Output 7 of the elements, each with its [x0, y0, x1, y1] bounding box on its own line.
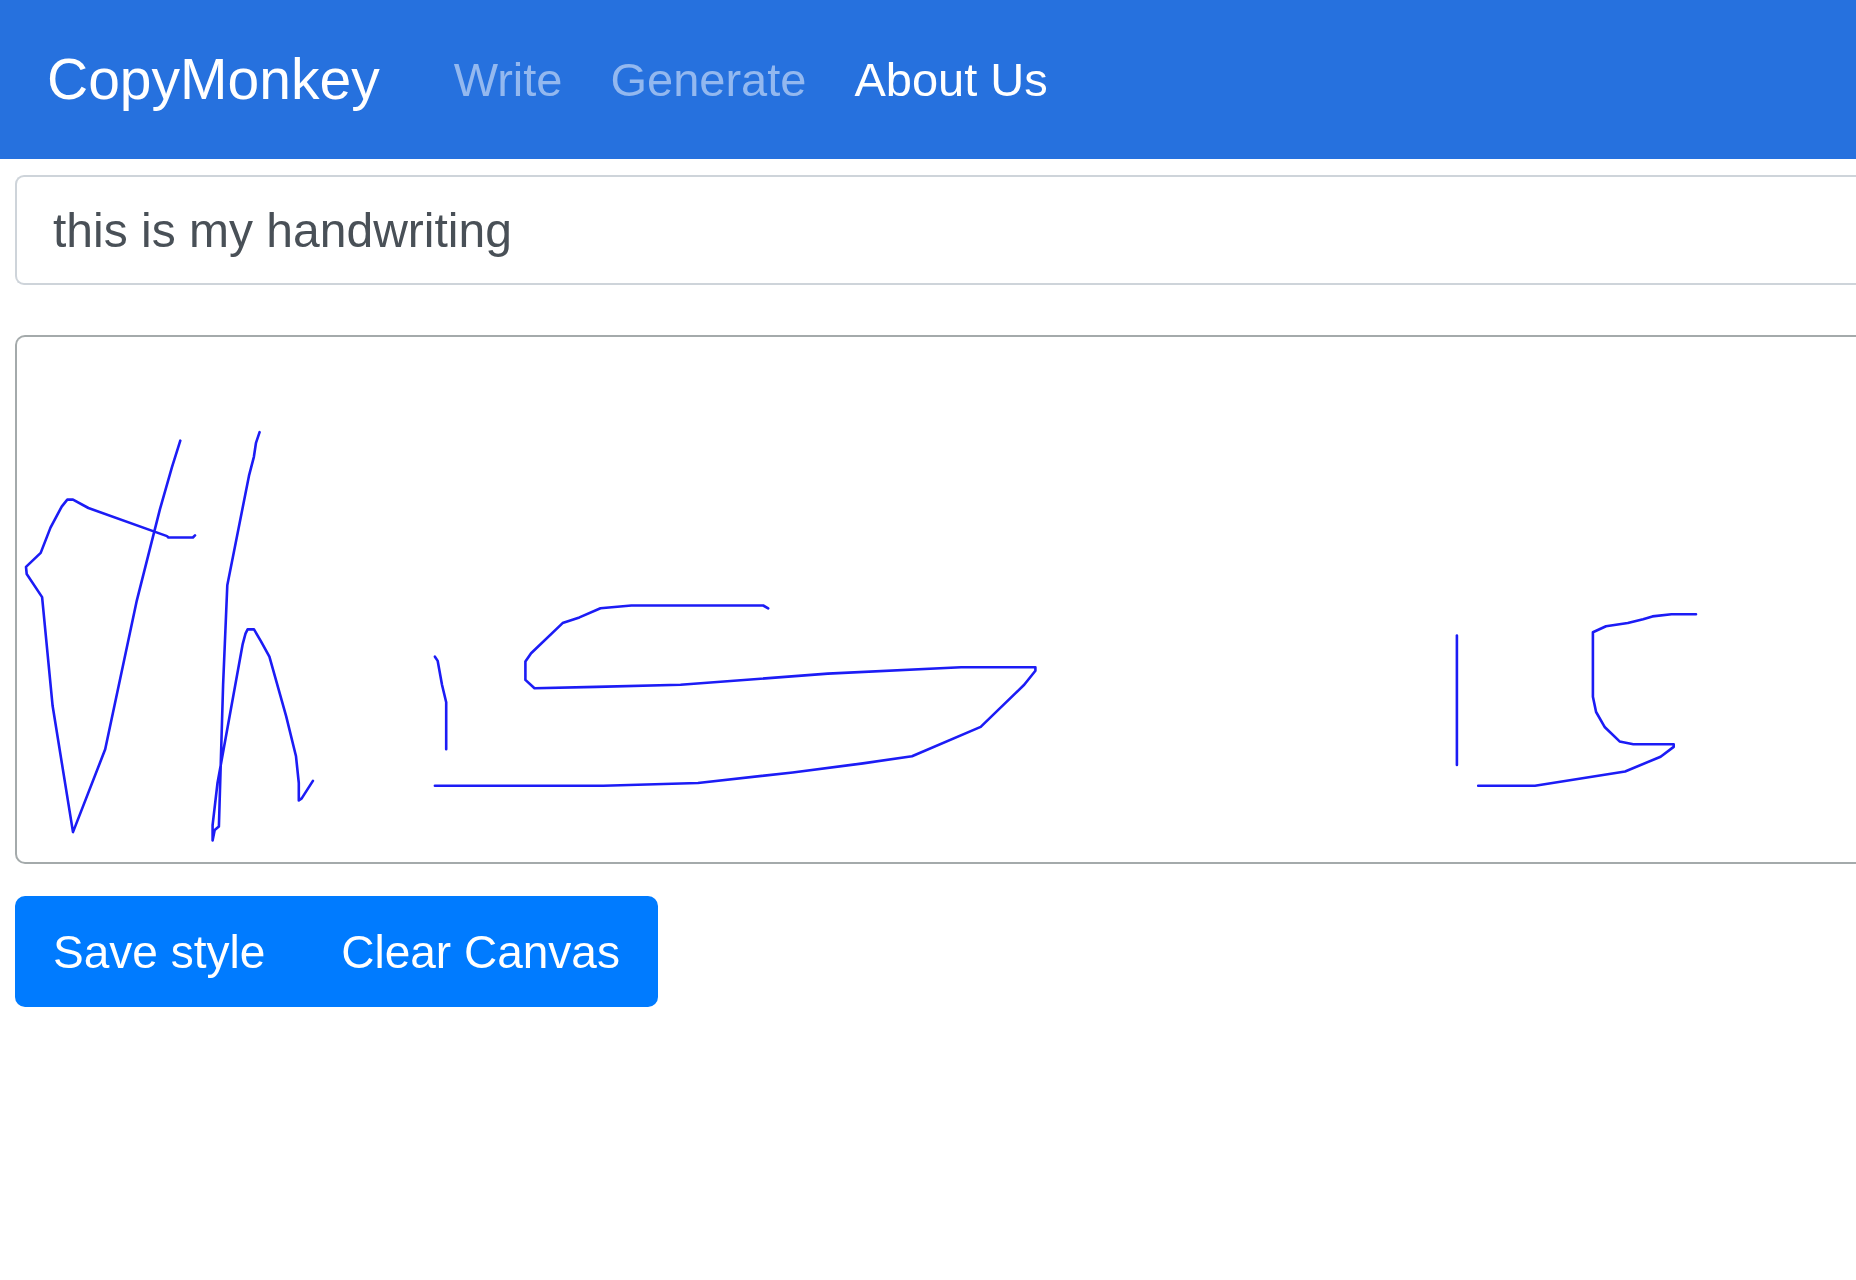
nav-link[interactable]: About Us	[830, 56, 1072, 103]
drawing-canvas[interactable]	[15, 335, 1856, 864]
text-input[interactable]: this is my handwriting	[15, 175, 1856, 285]
nav-link[interactable]: Write	[429, 56, 587, 103]
save-style-button[interactable]: Save style	[15, 896, 304, 1007]
clear-canvas-button[interactable]: Clear Canvas	[303, 896, 658, 1007]
nav-link[interactable]: Generate	[586, 56, 831, 103]
